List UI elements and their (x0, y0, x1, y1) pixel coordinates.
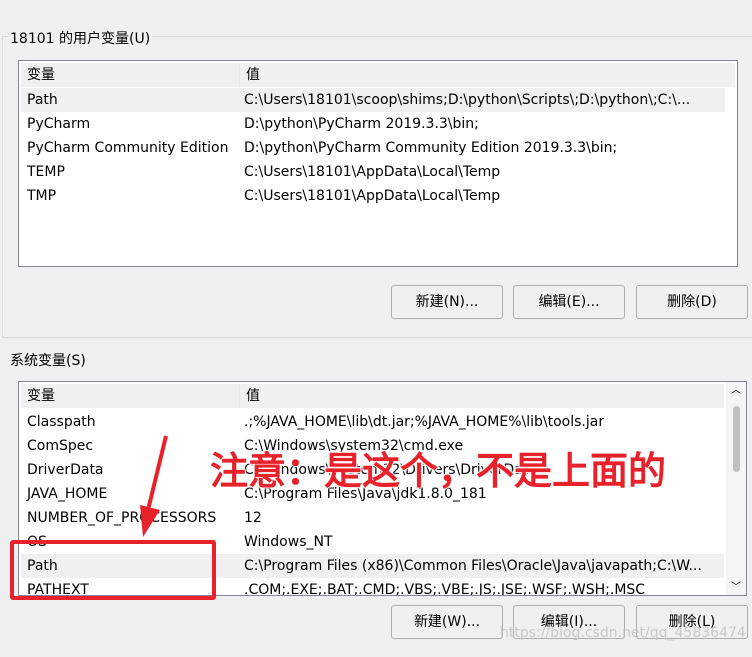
annotation-text: 注意：是这个，不是上面的 (209, 448, 667, 494)
watermark: https://blog.csdn.net/qq_45836474 (500, 625, 746, 641)
arrow-icon (140, 435, 168, 537)
